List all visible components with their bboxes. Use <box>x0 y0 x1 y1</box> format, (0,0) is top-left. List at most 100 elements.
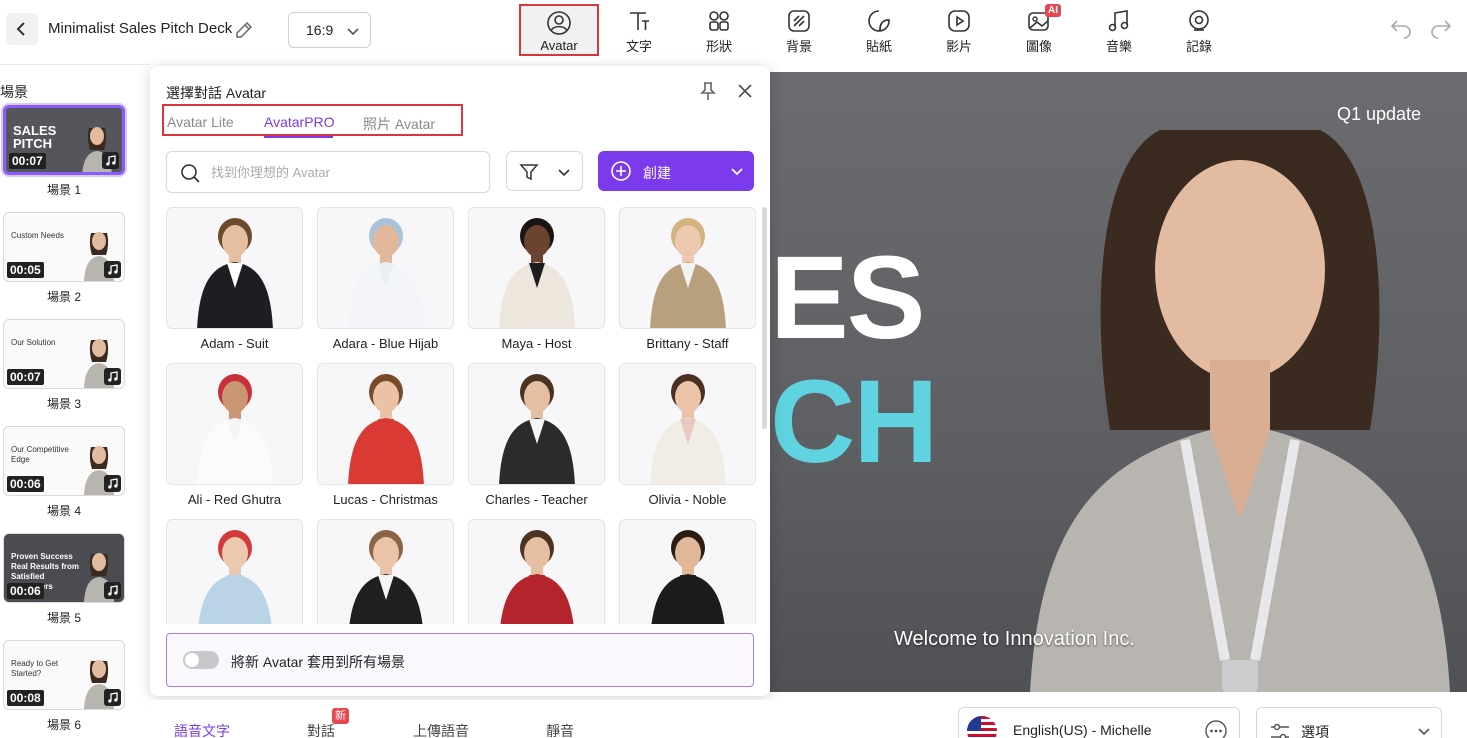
scene-duration: 00:07 <box>7 369 44 385</box>
scenes-heading: 場景 <box>0 84 28 100</box>
new-badge: 新 <box>332 708 349 724</box>
toolbar-label: 文字 <box>625 39 652 54</box>
canvas-headline-line2[interactable]: CH <box>770 354 938 490</box>
scene-duration: 00:06 <box>7 476 44 492</box>
sliders-icon <box>1271 723 1289 738</box>
avatar-card[interactable]: Adara - Blue Hijab <box>317 207 454 351</box>
canvas-preview[interactable]: ES CH Q1 update Welcome to Innovation In… <box>770 72 1467 692</box>
scene-title: Our Competitive Edge <box>11 445 69 464</box>
tab-tts[interactable]: 語音文字 <box>174 721 230 738</box>
scene-title: SALES PITCH <box>13 123 57 151</box>
avatar-thumbnail <box>166 519 303 624</box>
record-icon <box>1189 10 1209 31</box>
toolbar-background[interactable]: 背景 <box>759 4 839 56</box>
tab-photo-avatar[interactable]: 照片 Avatar <box>363 114 435 134</box>
toolbar-record[interactable]: 記錄 <box>1159 4 1239 56</box>
scene-thumbnail[interactable]: Custom Needs 00:05 <box>3 212 125 282</box>
avatar-thumbnail <box>468 363 605 485</box>
tab-avatar-lite[interactable]: Avatar Lite <box>167 114 234 130</box>
avatar-thumbnail <box>619 363 756 485</box>
scene-thumbnail[interactable]: Our Competitive Edge 00:06 <box>3 426 125 496</box>
back-button[interactable] <box>6 13 38 45</box>
tab-avatarpro[interactable]: AvatarPRO <box>264 114 335 130</box>
filter-button[interactable] <box>506 151 583 191</box>
avatar-picker-dialog: 選擇對話 Avatar Avatar Lite AvatarPRO 照片 Ava… <box>150 66 770 696</box>
scene-thumbnail[interactable]: SALES PITCH 00:07 <box>3 105 125 175</box>
chevron-down-icon <box>1418 728 1430 736</box>
us-flag-icon <box>967 716 997 738</box>
toolbar-music[interactable]: 音樂 <box>1079 4 1159 56</box>
toolbar-label: 形狀 <box>705 39 732 54</box>
avatar-name: Ali - Red Ghutra <box>187 492 282 507</box>
toolbar-sticker[interactable]: 貼紙 <box>839 4 919 56</box>
background-icon <box>788 10 810 32</box>
music-note-icon <box>102 152 119 169</box>
avatar-card[interactable]: Adam - Suit <box>166 207 303 351</box>
scene-thumbnail[interactable]: Proven Success Real Results from Satisfi… <box>3 533 125 603</box>
music-note-icon <box>104 582 121 599</box>
avatar-name: Adam - Suit <box>200 336 269 351</box>
close-icon[interactable] <box>736 82 754 100</box>
tab-dialogue[interactable]: 對話 <box>307 721 335 738</box>
avatar-card[interactable]: Maya - Host <box>468 207 605 351</box>
options-select[interactable]: 選項 <box>1256 707 1442 738</box>
scene-thumbnail[interactable]: Ready to Get Started? 00:08 <box>3 640 125 710</box>
chevron-left-icon <box>16 22 25 36</box>
music-note-icon <box>104 368 121 385</box>
undo-icon[interactable] <box>1389 18 1413 42</box>
avatar-card[interactable] <box>468 519 605 624</box>
avatar-card[interactable]: Ali - Red Ghutra <box>166 363 303 507</box>
avatar-card[interactable] <box>619 519 756 624</box>
pin-icon[interactable] <box>699 81 717 101</box>
aspect-ratio-select[interactable]: 16:9 <box>288 12 371 48</box>
apply-all-toggle[interactable] <box>183 651 219 669</box>
grid-scrollbar[interactable] <box>762 207 767 429</box>
scene-thumbnail[interactable]: Our Solution 00:07 <box>3 319 125 389</box>
toolbar-avatar[interactable]: Avatar <box>519 4 599 56</box>
shapes-icon <box>709 11 729 31</box>
scene-title: Our Solution <box>11 338 56 347</box>
more-options-icon[interactable] <box>1205 720 1227 738</box>
tab-mute[interactable]: 靜音 <box>546 721 574 738</box>
active-tab-indicator <box>264 136 333 138</box>
toolbar-label: 音樂 <box>1105 39 1132 54</box>
scene-label: 場景 3 <box>46 397 81 411</box>
avatar-card[interactable]: Olivia - Noble <box>619 363 756 507</box>
chevron-down-icon <box>558 169 570 177</box>
toolbar-label: Avatar <box>540 38 578 53</box>
create-label: 創建 <box>643 165 671 181</box>
tab-upload-voice[interactable]: 上傳語音 <box>413 721 469 738</box>
presenter-avatar[interactable] <box>1010 100 1467 692</box>
search-input[interactable] <box>211 162 471 182</box>
scene-duration: 00:06 <box>7 583 44 599</box>
scene-duration: 00:07 <box>9 153 46 169</box>
search-icon <box>181 164 200 183</box>
canvas-subtitle[interactable]: Welcome to Innovation Inc. <box>894 628 1135 651</box>
avatar-card[interactable]: Lucas - Christmas <box>317 363 454 507</box>
scene-duration: 00:05 <box>7 262 44 278</box>
toolbar-image[interactable]: AI 圖像 <box>999 4 1079 56</box>
project-title[interactable]: Minimalist Sales Pitch Deck <box>48 20 232 37</box>
voice-select[interactable]: English(US) - Michelle <box>958 707 1240 738</box>
avatar-card[interactable]: Brittany - Staff <box>619 207 756 351</box>
search-box[interactable] <box>166 151 490 193</box>
create-button[interactable]: 創建 <box>598 151 754 191</box>
avatar-card[interactable] <box>166 519 303 624</box>
canvas-tag[interactable]: Q1 update <box>1337 104 1421 125</box>
avatar-card[interactable]: Charles - Teacher <box>468 363 605 507</box>
toolbar-video[interactable]: 影片 <box>919 4 999 56</box>
toolbar-text[interactable]: 文字 <box>599 4 679 56</box>
apply-all-label: 將新 Avatar 套用到所有場景 <box>231 654 405 670</box>
scene-label: 場景 1 <box>46 183 81 197</box>
toolbar-label: 貼紙 <box>865 39 892 54</box>
music-note-icon <box>104 261 121 278</box>
avatar-thumbnail <box>619 207 756 329</box>
canvas-headline-line1[interactable]: ES <box>770 230 925 366</box>
aspect-ratio-value: 16:9 <box>306 22 334 38</box>
avatar-thumbnail <box>468 207 605 329</box>
toolbar-shapes[interactable]: 形狀 <box>679 4 759 56</box>
music-note-icon <box>104 475 121 492</box>
edit-icon[interactable] <box>234 20 254 40</box>
avatar-card[interactable] <box>317 519 454 624</box>
redo-icon[interactable] <box>1429 18 1453 42</box>
